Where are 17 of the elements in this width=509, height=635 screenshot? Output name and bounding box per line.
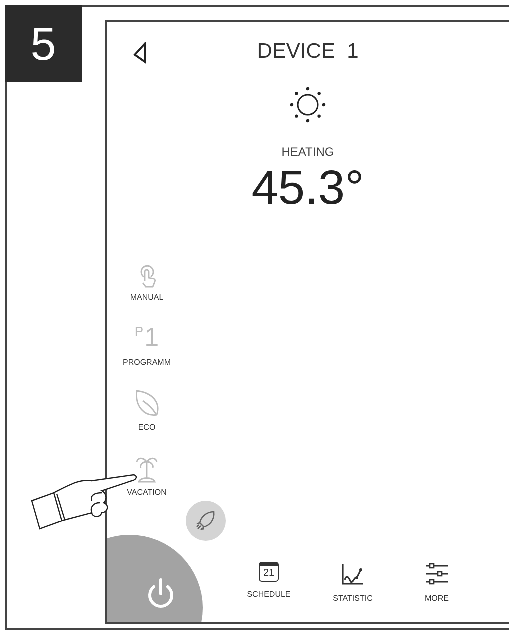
calendar-icon: 21 (259, 562, 279, 582)
temperature-reading: 45.3° (252, 163, 364, 215)
nav-button[interactable]: STATISTIC (321, 562, 385, 603)
line-chart-icon (341, 562, 365, 586)
mode-status: HEATING (282, 145, 334, 159)
nav-button[interactable]: MORE (405, 562, 469, 603)
step-number: 5 (5, 5, 82, 82)
sun-icon (288, 85, 328, 125)
nav-button[interactable]: 21 SCHEDULE (237, 562, 301, 603)
mode-button[interactable]: MANUAL (130, 237, 164, 302)
leaf-icon (133, 389, 161, 419)
mode-button[interactable]: ECO (133, 367, 161, 432)
sliders-icon (425, 562, 449, 586)
back-icon[interactable] (133, 42, 147, 64)
device-title: DEVICE 1 (257, 40, 359, 64)
boost-button[interactable] (186, 501, 226, 541)
mode-button[interactable]: VACATION (127, 432, 167, 497)
